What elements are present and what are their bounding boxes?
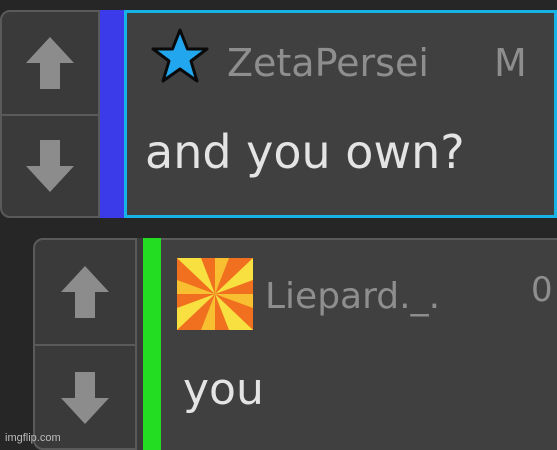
upvote-button[interactable] (2, 12, 98, 114)
star-icon (151, 28, 209, 83)
comment-text: and you own? (145, 125, 465, 179)
comment-zetapersei: ZetaPersei M and you own? (0, 10, 557, 218)
vote-controls (0, 10, 100, 218)
arrow-down-icon (26, 140, 74, 192)
vote-controls (33, 238, 137, 450)
arrow-down-icon (61, 372, 109, 424)
pinwheel-icon (177, 258, 253, 330)
username[interactable]: ZetaPersei (227, 41, 429, 85)
comment-body: Liepard._. 0 you (161, 238, 557, 450)
upvote-button[interactable] (35, 240, 135, 344)
comment-body: ZetaPersei M and you own? (124, 10, 557, 218)
username[interactable]: Liepard._. (265, 276, 440, 317)
comment-text: you (183, 364, 264, 415)
watermark: imgflip.com (5, 432, 61, 444)
user-badge: 0 (531, 270, 553, 310)
comment-accent-bar (143, 238, 161, 450)
arrow-up-icon (26, 37, 74, 89)
user-badge: M (494, 41, 527, 85)
downvote-button[interactable] (2, 116, 98, 216)
comment-accent-bar (100, 10, 124, 218)
comment-liepard: Liepard._. 0 you (33, 238, 557, 450)
arrow-up-icon (61, 266, 109, 318)
